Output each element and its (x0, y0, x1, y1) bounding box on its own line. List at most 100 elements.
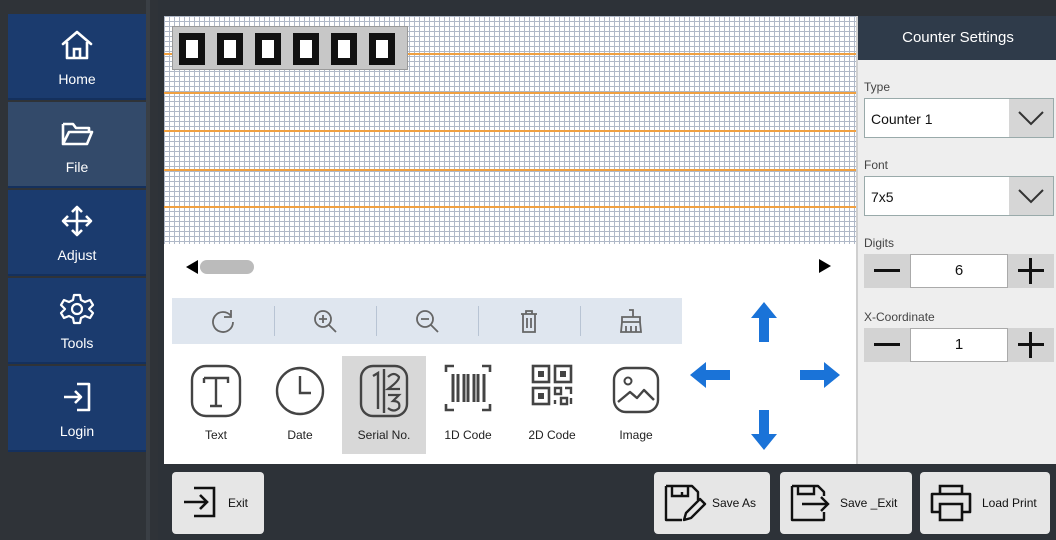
image-icon (612, 366, 660, 414)
counter-digit (293, 33, 319, 65)
sidebar-item-label: Tools (60, 335, 94, 351)
dropdown-toggle (1009, 177, 1053, 215)
add-image-button[interactable]: Image (594, 356, 678, 454)
edit-panel: Text Date Serial No. 1D Code 2D Code Ima… (164, 288, 856, 464)
horizontal-scrollbar[interactable] (164, 244, 856, 288)
move-icon (61, 205, 93, 237)
sidebar-item-adjust[interactable]: Adjust (8, 190, 146, 276)
clear-icon (620, 309, 642, 333)
add-date-button[interactable]: Date (258, 356, 342, 454)
digits-stepper: 6 (864, 254, 1054, 288)
exit-label: Exit (228, 496, 249, 510)
element-label: Date (287, 428, 313, 442)
scroll-left-arrow-icon[interactable] (186, 260, 198, 274)
x-coordinate-plus-button[interactable] (1008, 328, 1054, 362)
move-left-arrow-icon[interactable] (690, 362, 730, 388)
element-label: 2D Code (528, 428, 576, 442)
zoom-in-button[interactable] (274, 298, 376, 344)
footer-bar: Exit Save As Save _Exit Load Print (158, 464, 1056, 540)
sidebar: Home File Adjust Tools Login (0, 0, 158, 540)
barcode-icon (444, 364, 492, 412)
digits-value[interactable]: 6 (910, 254, 1008, 288)
font-value: 7x5 (871, 189, 894, 205)
exit-button[interactable]: Exit (172, 472, 264, 534)
printer-icon (930, 484, 972, 522)
save-as-button[interactable]: Save As (654, 472, 770, 534)
sidebar-item-label: Home (58, 71, 96, 87)
delete-button[interactable] (478, 298, 580, 344)
load-print-button[interactable]: Load Print (920, 472, 1050, 534)
guide-line (164, 206, 856, 208)
load-print-label: Load Print (982, 496, 1037, 510)
move-up-arrow-icon[interactable] (751, 302, 777, 342)
add-2d-code-button[interactable]: 2D Code (510, 356, 594, 454)
counter-digit (331, 33, 357, 65)
redo-icon (212, 310, 234, 333)
counter-digit (369, 33, 395, 65)
counter-settings-panel: Counter Settings Type Counter 1 Font 7x5… (856, 16, 1056, 464)
delete-icon (521, 310, 537, 333)
counter-element-preview[interactable] (172, 26, 408, 70)
save-exit-button[interactable]: Save _Exit (780, 472, 912, 534)
zoom-in-icon (314, 310, 337, 333)
move-right-arrow-icon[interactable] (800, 362, 840, 388)
scroll-right-arrow-icon[interactable] (819, 259, 831, 273)
digits-minus-button[interactable] (864, 254, 910, 288)
counter-digit (179, 33, 205, 65)
sidebar-item-tools[interactable]: Tools (8, 278, 146, 364)
sidebar-item-login[interactable]: Login (8, 366, 146, 452)
sidebar-divider (146, 0, 150, 540)
add-1d-code-button[interactable]: 1D Code (426, 356, 510, 454)
type-value: Counter 1 (871, 111, 933, 127)
panel-title: Counter Settings (858, 16, 1056, 60)
exit-icon (184, 486, 216, 518)
clock-icon (275, 366, 325, 416)
type-select[interactable]: Counter 1 (864, 98, 1054, 138)
guide-line (164, 92, 856, 94)
x-coordinate-label: X-Coordinate (864, 310, 935, 324)
clear-button[interactable] (580, 298, 682, 344)
sidebar-item-label: File (65, 159, 89, 175)
guide-line (164, 130, 856, 132)
add-text-button[interactable]: Text (174, 356, 258, 454)
guide-line (164, 169, 856, 171)
sidebar-item-file[interactable]: File (8, 102, 146, 188)
text-icon (190, 364, 242, 418)
element-label: Image (619, 428, 653, 442)
counter-digit (217, 33, 243, 65)
redo-button[interactable] (172, 298, 274, 344)
sidebar-item-home[interactable]: Home (8, 14, 146, 100)
element-label: 1D Code (444, 428, 492, 442)
serial-number-icon (359, 364, 409, 418)
login-icon (64, 382, 91, 412)
save-as-label: Save As (712, 496, 757, 510)
folder-icon (61, 122, 94, 146)
scroll-thumb[interactable] (200, 260, 254, 274)
x-coordinate-stepper: 1 (864, 328, 1054, 362)
save-exit-label: Save _Exit (840, 496, 898, 510)
edit-toolbar (172, 298, 682, 344)
print-canvas[interactable] (164, 16, 856, 244)
save-exit-icon (790, 484, 830, 522)
element-label: Text (204, 428, 227, 442)
chevron-down-icon (1018, 111, 1044, 126)
zoom-out-button[interactable] (376, 298, 478, 344)
sidebar-item-label: Login (59, 423, 95, 439)
move-down-arrow-icon[interactable] (751, 410, 777, 450)
font-select[interactable]: 7x5 (864, 176, 1054, 216)
gear-icon (59, 293, 95, 325)
add-serial-number-button[interactable]: Serial No. (342, 356, 426, 454)
font-label: Font (864, 158, 889, 172)
digits-plus-button[interactable] (1008, 254, 1054, 288)
chevron-down-icon (1018, 189, 1044, 204)
sidebar-item-label: Adjust (57, 247, 97, 263)
element-label: Serial No. (357, 428, 411, 442)
x-coordinate-minus-button[interactable] (864, 328, 910, 362)
type-label: Type (864, 80, 891, 94)
home-icon (61, 30, 93, 60)
app-window: Home File Adjust Tools Login Text Date S… (0, 0, 1056, 540)
dropdown-toggle (1009, 99, 1053, 137)
zoom-out-icon (416, 310, 439, 333)
x-coordinate-value[interactable]: 1 (910, 328, 1008, 362)
counter-digit (255, 33, 281, 65)
